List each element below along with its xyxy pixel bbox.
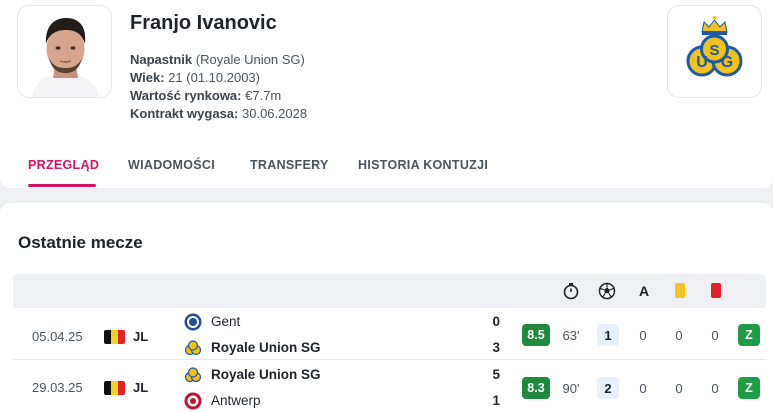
goals-badge: 1 (597, 324, 619, 346)
player-tabs: PRZEGLĄD WIADOMOŚCI TRANSFERY HISTORIA K… (0, 140, 773, 188)
market-value: €7.7m (245, 88, 282, 103)
contract-label: Kontrakt wygasa: (130, 106, 239, 121)
red-cards-value: 0 (711, 328, 719, 343)
goals-badge: 2 (597, 377, 619, 399)
stopwatch-icon (563, 283, 579, 300)
usg-logo-icon (184, 367, 202, 383)
match-row[interactable]: 05.04.25 JL Gent Royale Union SG 0 3 8.5… (0, 308, 773, 360)
minutes-played: 90' (562, 381, 580, 396)
position-label: Napastnik (130, 52, 193, 67)
club-logo[interactable]: U S G (667, 5, 762, 98)
age-value: 21 (01.10.2003) (168, 70, 260, 85)
home-score: 0 (492, 314, 500, 329)
player-rating-badge: 8.5 (522, 324, 550, 346)
svg-text:S: S (709, 42, 719, 59)
player-contract-line: Kontrakt wygasa: 30.06.2028 (130, 106, 307, 121)
assist-icon: A (638, 283, 650, 299)
market-value-label: Wartość rynkowa: (130, 88, 242, 103)
contract-value: 30.06.2028 (242, 106, 308, 121)
tab-overview[interactable]: PRZEGLĄD (28, 158, 99, 172)
assists-value: 0 (639, 328, 647, 343)
match-row[interactable]: 29.03.25 JL Royale Union SG Antwerp 5 1 … (0, 361, 773, 412)
home-score: 5 (492, 367, 500, 382)
matches-table-header: A (13, 274, 766, 308)
player-header: Franjo Ivanovic Napastnik (Royale Union … (0, 0, 773, 188)
usg-crest-icon: U S G (686, 16, 743, 77)
away-team-name: Antwerp (211, 393, 261, 408)
player-photo (17, 5, 112, 98)
away-score: 1 (492, 393, 500, 408)
tab-news[interactable]: WIADOMOŚCI (128, 158, 215, 172)
tab-injury-history[interactable]: HISTORIA KONTUZJI (358, 158, 488, 172)
red-card-icon (711, 283, 721, 298)
usg-logo-icon (184, 340, 202, 356)
svg-text:U: U (696, 54, 708, 71)
tab-transfers[interactable]: TRANSFERY (250, 158, 329, 172)
home-team-name: Royale Union SG (211, 367, 321, 382)
yellow-cards-value: 0 (675, 328, 683, 343)
red-cards-value: 0 (711, 381, 719, 396)
yellow-card-icon (675, 283, 685, 298)
match-date: 29.03.25 (32, 380, 83, 395)
gent-logo-icon (184, 313, 202, 331)
player-position-line: Napastnik (Royale Union SG) (130, 52, 305, 67)
match-date: 05.04.25 (32, 329, 83, 344)
age-label: Wiek: (130, 70, 165, 85)
row-divider (13, 359, 766, 360)
player-name: Franjo Ivanovic (130, 12, 277, 34)
svg-text:G: G (721, 54, 733, 71)
belgium-flag-icon (104, 381, 125, 395)
football-icon (598, 282, 616, 300)
match-result-badge: Z (738, 377, 760, 399)
assists-value: 0 (639, 381, 647, 396)
antwerp-logo-icon (184, 392, 202, 410)
active-tab-indicator (28, 184, 96, 187)
player-rating-badge: 8.3 (522, 377, 550, 399)
away-score: 3 (492, 340, 500, 355)
player-age-line: Wiek: 21 (01.10.2003) (130, 70, 260, 85)
minutes-played: 63' (562, 328, 580, 343)
away-team-name: Royale Union SG (211, 340, 321, 355)
player-market-value-line: Wartość rynkowa: €7.7m (130, 88, 281, 103)
recent-matches-title: Ostatnie mecze (18, 233, 143, 252)
club-name: (Royale Union SG) (195, 52, 305, 67)
recent-matches-card: Ostatnie mecze A 05.04.25 JL Gent Royale… (0, 203, 773, 412)
league-name: JL (133, 329, 149, 344)
home-team-name: Gent (211, 314, 241, 329)
belgium-flag-icon (104, 330, 125, 344)
league-name: JL (133, 380, 149, 395)
match-result-badge: Z (738, 324, 760, 346)
player-avatar-icon (18, 6, 111, 97)
yellow-cards-value: 0 (675, 381, 683, 396)
